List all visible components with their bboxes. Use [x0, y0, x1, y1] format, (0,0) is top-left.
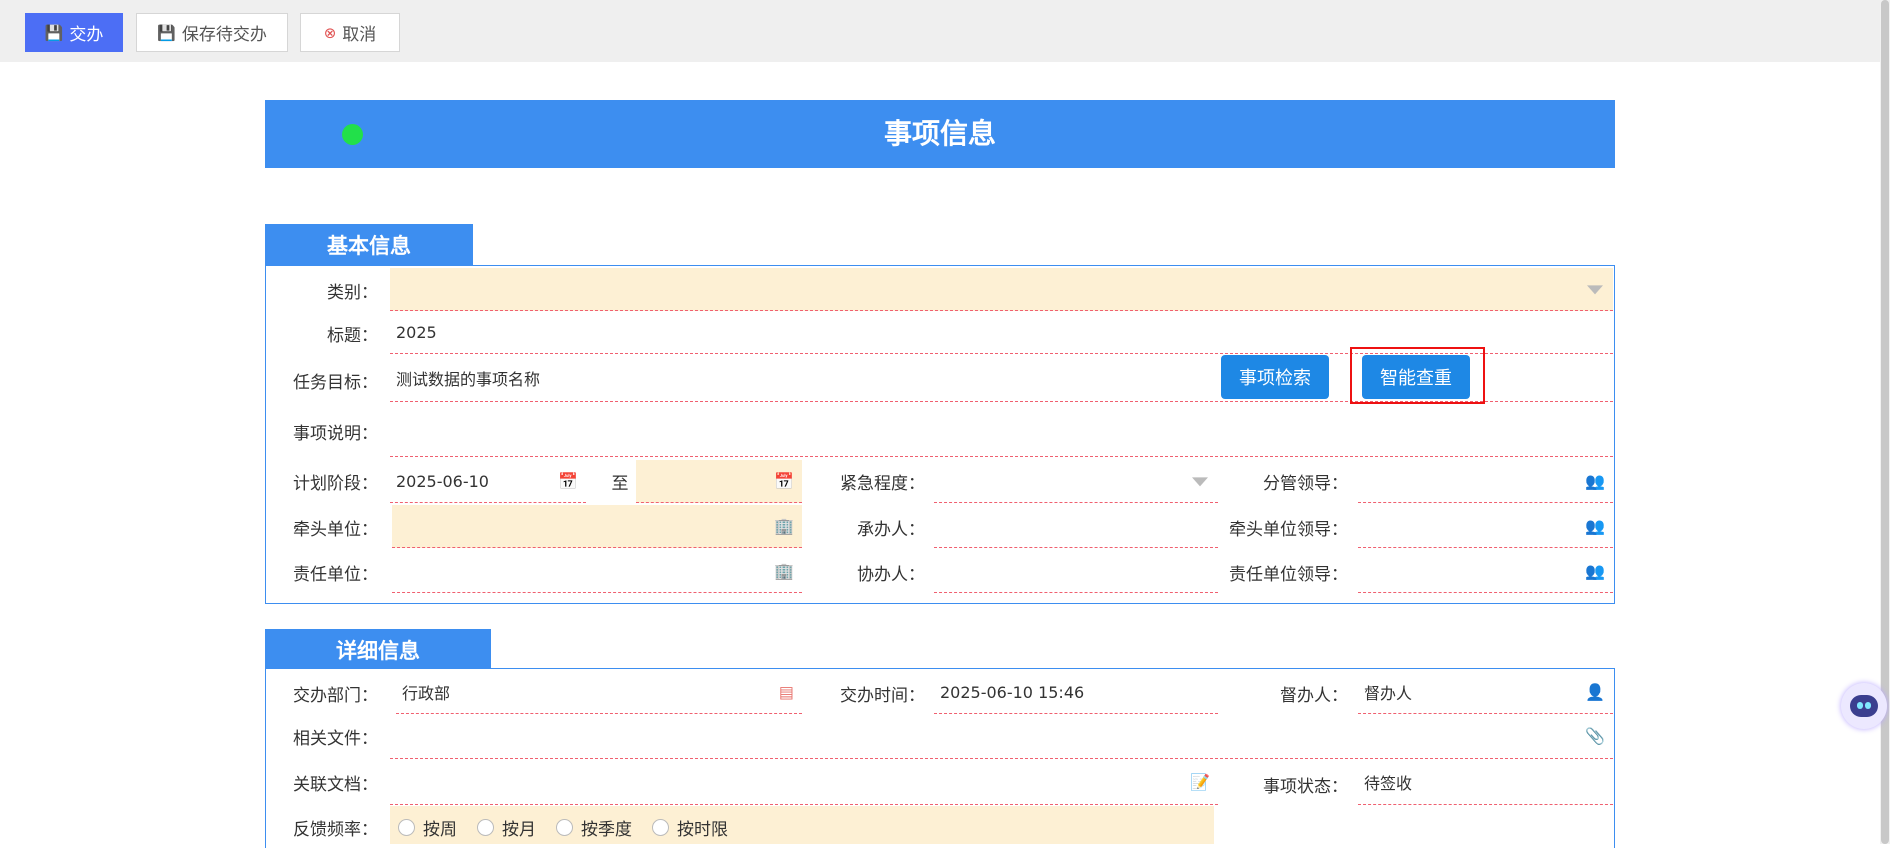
handler-label: 承办人：	[857, 520, 925, 540]
plan-label: 计划阶段：	[293, 474, 378, 494]
users-icon[interactable]: 👥	[1585, 562, 1605, 581]
robot-eye	[1865, 702, 1871, 709]
robot-eye	[1857, 702, 1863, 709]
time-input[interactable]: 2025-06-10 15:46	[934, 671, 1218, 714]
user-icon[interactable]: 👤	[1585, 683, 1605, 702]
assistant-label: 协办人：	[857, 565, 925, 585]
goal-label: 任务目标：	[293, 373, 378, 393]
plan-start-value: 2025-06-10	[396, 471, 489, 491]
search-item-button[interactable]: 事项检索	[1221, 355, 1329, 399]
supervisor-picker[interactable]: 督办人 👤	[1358, 671, 1613, 714]
lead-unit-leader-label: 牵头单位领导：	[1229, 520, 1348, 540]
resp-unit-leader-picker[interactable]: 👥	[1358, 550, 1613, 593]
freq-option-monthly[interactable]: 按月	[477, 815, 536, 840]
description-label: 事项说明：	[293, 424, 378, 444]
dept-value: 行政部	[402, 684, 451, 703]
page-title: 事项信息	[883, 117, 996, 150]
highlight-frame	[1350, 347, 1485, 404]
freq-radio-group: 按周 按月 按季度 按时限	[390, 806, 1214, 844]
urgency-label: 紧急程度：	[840, 474, 925, 494]
docs-picker[interactable]: 📝	[390, 759, 1218, 805]
top-toolbar: 💾 交办 💾 保存待交办 ⊗ 取消	[0, 0, 1880, 62]
org-chart-icon[interactable]: ▤	[779, 683, 794, 702]
files-upload[interactable]: 📎	[390, 714, 1613, 759]
description-input[interactable]	[390, 402, 1613, 457]
freq-option-weekly[interactable]: 按周	[398, 815, 457, 840]
calendar-icon[interactable]: 📅	[774, 472, 794, 491]
title-label: 标题：	[327, 326, 378, 346]
handler-input[interactable]	[934, 505, 1218, 548]
save-draft-button-label: 保存待交办	[181, 25, 267, 45]
assistant-robot-icon[interactable]	[1841, 683, 1887, 729]
title-value: 2025	[396, 322, 437, 342]
robot-face	[1850, 695, 1878, 717]
save-icon: 💾	[44, 23, 64, 42]
docs-label: 关联文档：	[293, 775, 378, 795]
radio-circle[interactable]	[556, 819, 573, 836]
users-icon[interactable]: 👥	[1585, 472, 1605, 491]
resp-unit-label: 责任单位：	[293, 565, 378, 585]
goal-value: 测试数据的事项名称	[396, 369, 541, 389]
submit-button[interactable]: 💾 交办	[25, 13, 123, 52]
urgency-select[interactable]	[934, 460, 1218, 503]
plan-to-label: 至	[611, 474, 629, 494]
plan-start-date[interactable]: 2025-06-10 📅	[390, 460, 586, 503]
radio-circle[interactable]	[477, 819, 494, 836]
save-draft-button[interactable]: 💾 保存待交办	[136, 13, 288, 52]
freq-option-label: 按季度	[581, 820, 632, 840]
building-icon[interactable]: 🏢	[774, 517, 794, 536]
status-value: 待签收	[1364, 773, 1413, 793]
resp-unit-picker[interactable]: 🏢	[392, 550, 802, 593]
page-banner: 事项信息	[265, 100, 1615, 168]
save-icon: 💾	[157, 23, 176, 42]
chevron-down-icon	[1192, 477, 1208, 487]
chevron-down-icon	[1587, 285, 1603, 295]
section-tab-detail: 详细信息	[265, 629, 491, 671]
cancel-button[interactable]: ⊗ 取消	[300, 13, 400, 52]
lead-unit-picker[interactable]: 🏢	[392, 505, 802, 548]
lead-unit-label: 牵头单位：	[293, 520, 378, 540]
assistant-input[interactable]	[934, 550, 1218, 593]
leader-label: 分管领导：	[1263, 474, 1348, 494]
category-label: 类别：	[327, 283, 378, 303]
status-field: 待签收	[1358, 759, 1613, 805]
lead-unit-leader-picker[interactable]: 👥	[1358, 505, 1613, 548]
leader-picker[interactable]: 👥	[1358, 460, 1613, 503]
dept-label: 交办部门：	[293, 686, 378, 706]
cancel-button-label: 取消	[342, 25, 377, 45]
supervisor-label: 督办人：	[1280, 686, 1348, 706]
document-icon[interactable]: 📝	[1190, 772, 1210, 791]
paperclip-icon[interactable]: 📎	[1585, 727, 1605, 746]
status-label: 事项状态：	[1263, 777, 1348, 797]
files-label: 相关文件：	[293, 729, 378, 749]
building-icon[interactable]: 🏢	[774, 562, 794, 581]
time-label: 交办时间：	[840, 686, 925, 706]
section-tab-basic: 基本信息	[265, 224, 473, 266]
dept-picker[interactable]: 行政部 ▤	[396, 671, 802, 714]
resp-unit-leader-label: 责任单位领导：	[1229, 565, 1348, 585]
freq-label: 反馈频率：	[293, 820, 378, 840]
category-select[interactable]	[390, 268, 1613, 311]
submit-button-label: 交办	[69, 25, 104, 45]
radio-circle[interactable]	[398, 819, 415, 836]
time-value: 2025-06-10 15:46	[940, 682, 1085, 702]
supervisor-value: 督办人	[1364, 684, 1413, 703]
plan-end-date[interactable]: 📅	[636, 460, 802, 503]
calendar-icon[interactable]: 📅	[558, 472, 578, 491]
freq-option-quarterly[interactable]: 按季度	[556, 815, 632, 840]
freq-option-deadline[interactable]: 按时限	[652, 815, 728, 840]
freq-option-label: 按周	[423, 820, 457, 840]
radio-circle[interactable]	[652, 819, 669, 836]
freq-option-label: 按时限	[677, 820, 728, 840]
freq-option-label: 按月	[502, 820, 536, 840]
close-circle-icon: ⊗	[323, 23, 337, 42]
users-icon[interactable]: 👥	[1585, 517, 1605, 536]
